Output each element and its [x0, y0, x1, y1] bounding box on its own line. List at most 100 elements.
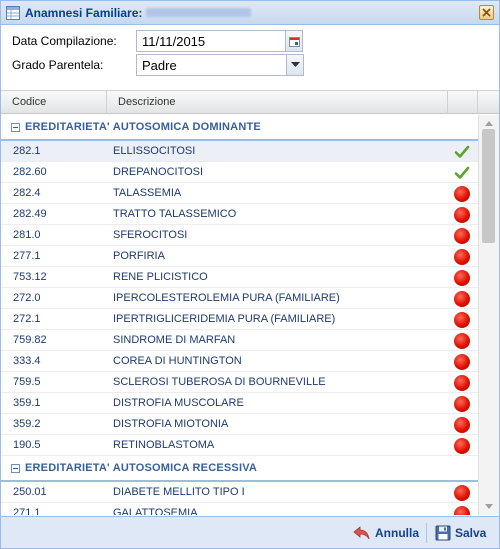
patient-name-redacted [146, 8, 252, 17]
red-dot-icon[interactable] [454, 396, 470, 412]
relation-row: Grado Parentela: [12, 54, 136, 76]
red-dot-icon[interactable] [454, 485, 470, 501]
cancel-button[interactable]: Annulla [353, 522, 419, 544]
table-row[interactable]: 250.01 DIABETE MELLITO TIPO I [1, 482, 478, 503]
row-code: 333.4 [13, 355, 41, 367]
anamnesi-window: Anamnesi Familiare: Data Compilazione: 1… [0, 0, 500, 549]
row-description: ELLISSOCITOSI [113, 145, 196, 157]
row-description: RENE PLICISTICO [113, 271, 208, 283]
red-dot-icon[interactable] [454, 270, 470, 286]
table-row[interactable]: 282.60 DREPANOCITOSI [1, 162, 478, 183]
row-code: 277.1 [13, 250, 41, 262]
relation-value: Padre [142, 57, 177, 73]
row-code: 282.60 [13, 166, 47, 178]
window-title: Anamnesi Familiare: [25, 5, 143, 20]
close-button[interactable] [479, 5, 494, 20]
row-description: TALASSEMIA [113, 187, 182, 199]
row-description: DIABETE MELLITO TIPO I [113, 486, 245, 498]
table-row[interactable]: 282.4 TALASSEMIA [1, 183, 478, 204]
group-header[interactable]: EREDITARIETA' AUTOSOMICA RECESSIVA [1, 456, 478, 482]
red-dot-icon[interactable] [454, 249, 470, 265]
relation-dropdown-button[interactable] [286, 55, 303, 75]
relation-select[interactable]: Padre [136, 54, 304, 76]
relation-label: Grado Parentela: [12, 58, 104, 72]
floppy-disk-icon [435, 525, 451, 541]
date-picker-button[interactable] [285, 31, 302, 51]
table-row[interactable]: 333.4 COREA DI HUNTINGTON [1, 351, 478, 372]
table-row[interactable]: 282.1 ELLISSOCITOSI [1, 141, 478, 162]
window-titlebar[interactable]: Anamnesi Familiare: [1, 1, 499, 25]
red-dot-icon[interactable] [454, 333, 470, 349]
table-row[interactable]: 272.0 IPERCOLESTEROLEMIA PURA (FAMILIARE) [1, 288, 478, 309]
close-icon [482, 8, 491, 17]
red-dot-icon[interactable] [454, 228, 470, 244]
column-header-status[interactable] [448, 91, 478, 114]
table-row[interactable]: 277.1 PORFIRIA [1, 246, 478, 267]
save-button[interactable]: Salva [435, 522, 486, 544]
collapse-icon[interactable] [11, 122, 20, 132]
grid-header: Codice Descrizione [1, 90, 499, 114]
red-dot-icon[interactable] [454, 291, 470, 307]
row-code: 271.1 [13, 507, 41, 515]
cancel-label: Annulla [375, 526, 419, 540]
red-dot-icon[interactable] [454, 312, 470, 328]
scroll-thumb[interactable] [482, 129, 495, 243]
row-code: 250.01 [13, 486, 47, 498]
date-row: Data Compilazione: [12, 30, 136, 52]
row-code: 282.1 [13, 145, 41, 157]
row-code: 190.5 [13, 439, 41, 451]
row-description: GALATTOSEMIA [113, 507, 198, 515]
scroll-down-icon[interactable] [485, 504, 493, 509]
red-dot-icon[interactable] [454, 207, 470, 223]
red-dot-icon[interactable] [454, 375, 470, 391]
table-row[interactable]: 281.0 SFEROCITOSI [1, 225, 478, 246]
row-description: IPERTRIGLICERIDEMIA PURA (FAMILIARE) [113, 313, 336, 325]
group-label: EREDITARIETA' AUTOSOMICA RECESSIVA [25, 462, 258, 474]
row-code: 359.1 [13, 397, 41, 409]
calendar-icon [288, 36, 300, 47]
table-row[interactable]: 282.49 TRATTO TALASSEMICO [1, 204, 478, 225]
table-row[interactable]: 759.5 SCLEROSI TUBEROSA DI BOURNEVILLE [1, 372, 478, 393]
red-dot-icon[interactable] [454, 506, 470, 515]
red-dot-icon[interactable] [454, 354, 470, 370]
table-row[interactable]: 759.82 SINDROME DI MARFAN [1, 330, 478, 351]
group-label: EREDITARIETA' AUTOSOMICA DOMINANTE [25, 121, 261, 133]
row-description: DISTROFIA MIOTONIA [113, 418, 229, 430]
red-dot-icon[interactable] [454, 417, 470, 433]
row-description: IPERCOLESTEROLEMIA PURA (FAMILIARE) [113, 292, 340, 304]
vertical-scrollbar[interactable] [478, 115, 499, 515]
row-code: 759.82 [13, 334, 47, 346]
check-icon[interactable] [454, 144, 470, 160]
row-description: COREA DI HUNTINGTON [113, 355, 242, 367]
row-code: 753.12 [13, 271, 47, 283]
row-description: SINDROME DI MARFAN [113, 334, 236, 346]
row-code: 359.2 [13, 418, 41, 430]
row-description: SCLEROSI TUBEROSA DI BOURNEVILLE [113, 376, 326, 388]
column-header-codice[interactable]: Codice [1, 91, 107, 114]
row-code: 272.0 [13, 292, 41, 304]
row-description: PORFIRIA [113, 250, 165, 262]
collapse-icon[interactable] [11, 463, 20, 473]
row-code: 282.49 [13, 208, 47, 220]
row-code: 282.4 [13, 187, 41, 199]
table-icon [6, 5, 20, 20]
red-dot-icon[interactable] [454, 438, 470, 454]
table-row[interactable]: 359.2 DISTROFIA MIOTONIA [1, 414, 478, 435]
date-field[interactable]: 11/11/2015 [136, 30, 303, 52]
row-code: 272.1 [13, 313, 41, 325]
date-value: 11/11/2015 [142, 33, 206, 49]
red-dot-icon[interactable] [454, 186, 470, 202]
table-row[interactable]: 359.1 DISTROFIA MUSCOLARE [1, 393, 478, 414]
table-row[interactable]: 190.5 RETINOBLASTOMA [1, 435, 478, 456]
check-icon[interactable] [454, 165, 470, 181]
form-panel: Data Compilazione: 11/11/2015 Grado Pare… [1, 26, 499, 88]
group-header[interactable]: EREDITARIETA' AUTOSOMICA DOMINANTE [1, 115, 478, 141]
date-label: Data Compilazione: [12, 34, 117, 48]
column-header-descrizione[interactable]: Descrizione [107, 91, 448, 114]
table-row[interactable]: 753.12 RENE PLICISTICO [1, 267, 478, 288]
table-row[interactable]: 271.1 GALATTOSEMIA [1, 503, 478, 515]
row-description: TRATTO TALASSEMICO [113, 208, 237, 220]
row-description: DISTROFIA MUSCOLARE [113, 397, 244, 409]
table-row[interactable]: 272.1 IPERTRIGLICERIDEMIA PURA (FAMILIARE… [1, 309, 478, 330]
scroll-up-icon[interactable] [485, 121, 493, 126]
